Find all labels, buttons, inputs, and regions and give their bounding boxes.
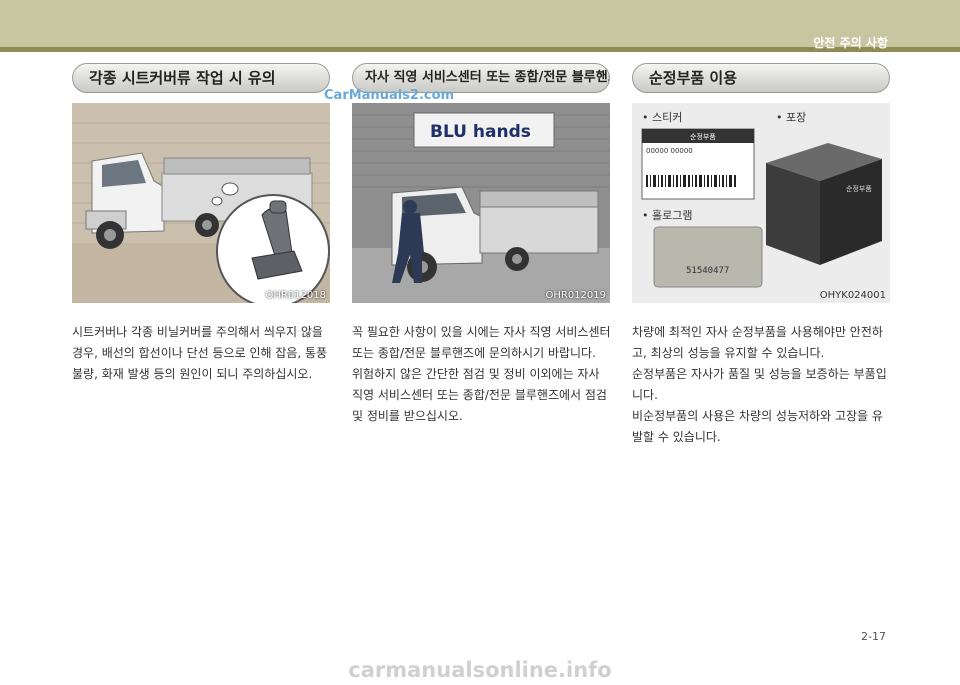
genuine-parts-illustration: 순정부품 00000 00000 순정부품 51540477 [632, 103, 890, 303]
section-title: 안전 주의 사항 [813, 36, 888, 50]
label-hologram: • 홀로그램 [642, 209, 693, 222]
watermark-bottom: carmanualsonline.info [348, 658, 612, 682]
column-2-text: 꼭 필요한 사항이 있을 시에는 자사 직영 서비스센터 또는 종합/전문 블루… [352, 322, 612, 427]
label-package: • 포장 [776, 111, 807, 124]
photo-2-code: OHR012019 [545, 290, 606, 301]
column-2-paragraph-2: 위험하지 않은 간단한 점검 및 정비 이외에는 자사 직영 서비스센터 또는 … [352, 367, 607, 423]
column-3-text: 차량에 최적인 자사 순정부품을 사용해야만 안전하고, 최상의 성능을 유지할… [632, 322, 892, 448]
service-center-illustration: BLU hands [352, 103, 610, 303]
photo-1-code: OHR012018 [265, 290, 326, 301]
photo-service-center: BLU hands OHR012019 [352, 103, 610, 303]
column-1-title: 각종 시트커버류 작업 시 유의 [72, 63, 330, 93]
column-3-title: 순정부품 이용 [632, 63, 890, 93]
column-1-paragraph: 시트커버나 각종 비닐커버를 주의해서 씌우지 않을경우, 배선의 합선이나 단… [72, 325, 328, 381]
photo-genuine-parts: 순정부품 00000 00000 순정부품 51540477 • 스티커 • 포… [632, 103, 890, 303]
box-label: 순정부품 [846, 184, 872, 193]
label-sticker: • 스티커 [642, 111, 683, 124]
blu-hands-sign: BLU hands [430, 122, 531, 142]
column-3-paragraph-3: 비순정부품의 사용은 차량의 성능저하와 고장을 유발할 수 있습니다. [632, 409, 883, 444]
column-2-paragraph-1: 꼭 필요한 사항이 있을 시에는 자사 직영 서비스센터 또는 종합/전문 블루… [352, 325, 611, 360]
photo-3-code: OHYK024001 [819, 290, 886, 301]
sticker-part-no: 00000 00000 [646, 147, 693, 155]
truck-seat-illustration [72, 103, 330, 303]
sticker-brand: 순정부품 [690, 132, 716, 141]
hologram-number: 51540477 [686, 266, 729, 276]
column-3-paragraph-1: 차량에 최적인 자사 순정부품을 사용해야만 안전하고, 최상의 성능을 유지할… [632, 325, 883, 360]
photo-truck-seat: OHR012018 [72, 103, 330, 303]
watermark-top: CarManuals2.com [324, 88, 455, 103]
column-1-text: 시트커버나 각종 비닐커버를 주의해서 씌우지 않을경우, 배선의 합선이나 단… [72, 322, 332, 385]
column-3-paragraph-2: 순정부품은 자사가 품질 및 성능을 보증하는 부품입니다. [632, 367, 887, 402]
page-number: 2-17 [861, 630, 886, 643]
